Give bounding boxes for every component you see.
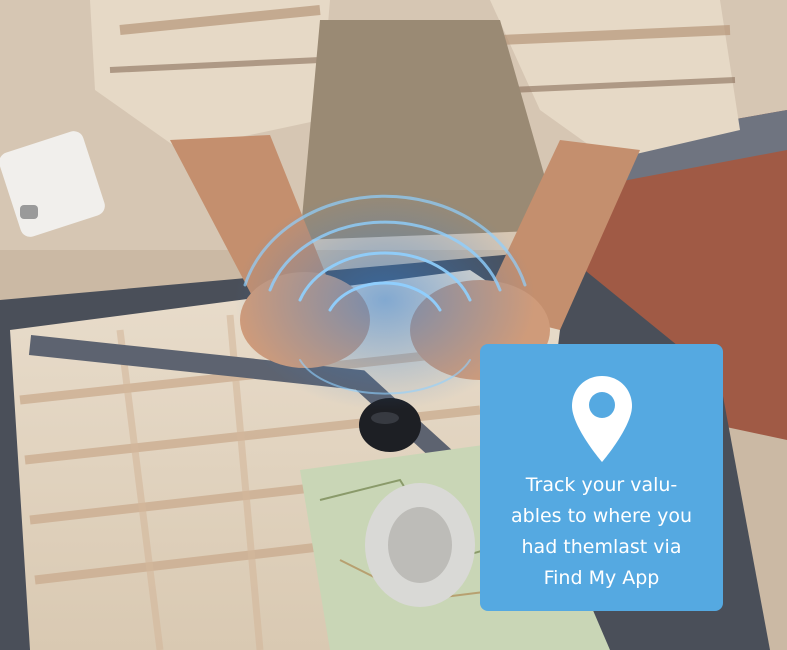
callout-line: had themlast via <box>521 536 682 558</box>
feature-callout: Track your valu- ables to where you had … <box>480 344 723 611</box>
callout-text: Track your valu- ables to where you had … <box>492 470 711 594</box>
location-pin-icon <box>571 376 632 462</box>
callout-line: ables to where you <box>510 505 693 527</box>
callout-line: Find My App <box>543 567 660 589</box>
callout-line: Track your valu- <box>525 474 678 496</box>
